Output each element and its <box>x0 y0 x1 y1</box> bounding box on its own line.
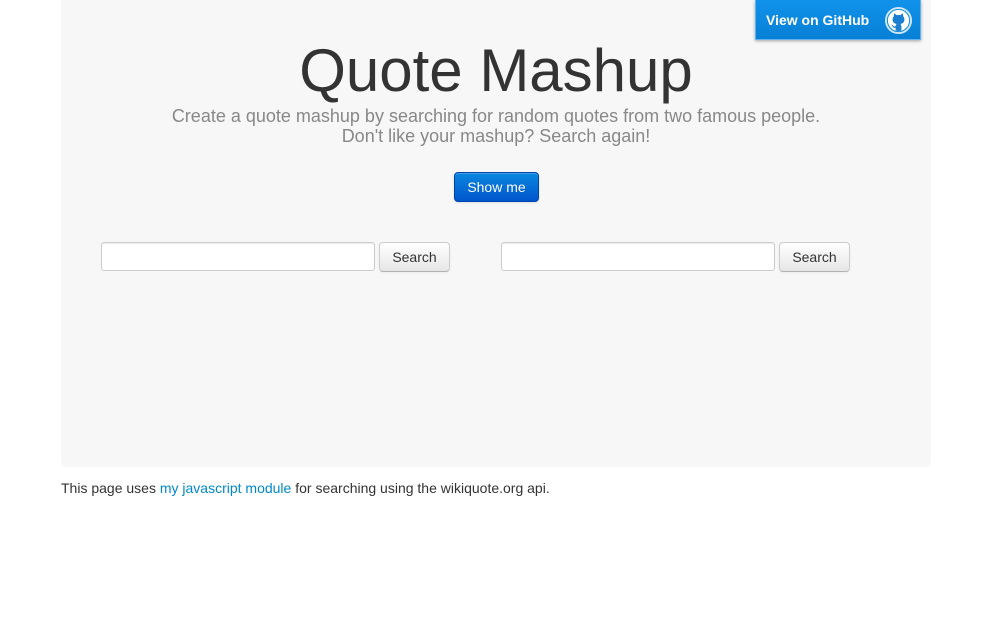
hero-unit: Quote Mashup Create a quote mashup by se… <box>61 0 931 467</box>
subtitle-line-1: Create a quote mashup by searching for r… <box>171 106 821 126</box>
search-button-right[interactable]: Search <box>779 242 850 272</box>
search-input-left[interactable] <box>101 242 375 271</box>
javascript-module-link[interactable]: my javascript module <box>160 480 292 496</box>
footer-text-after: for searching using the wikiquote.org ap… <box>291 480 550 496</box>
footer-text-before: This page uses <box>61 480 160 496</box>
subtitle-line-2: Don't like your mashup? Search again! <box>341 126 651 146</box>
search-input-right[interactable] <box>501 242 775 271</box>
page-subtitle: Create a quote mashup by searching for r… <box>61 106 931 146</box>
search-button-left[interactable]: Search <box>379 242 450 272</box>
page-title: Quote Mashup <box>299 37 693 104</box>
github-ribbon-label: View on GitHub <box>766 12 870 28</box>
footer-note: This page uses my javascript module for … <box>61 479 550 497</box>
github-octocat-icon <box>884 6 913 35</box>
view-on-github-ribbon[interactable]: View on GitHub <box>755 0 921 40</box>
show-me-button[interactable]: Show me <box>454 172 539 202</box>
